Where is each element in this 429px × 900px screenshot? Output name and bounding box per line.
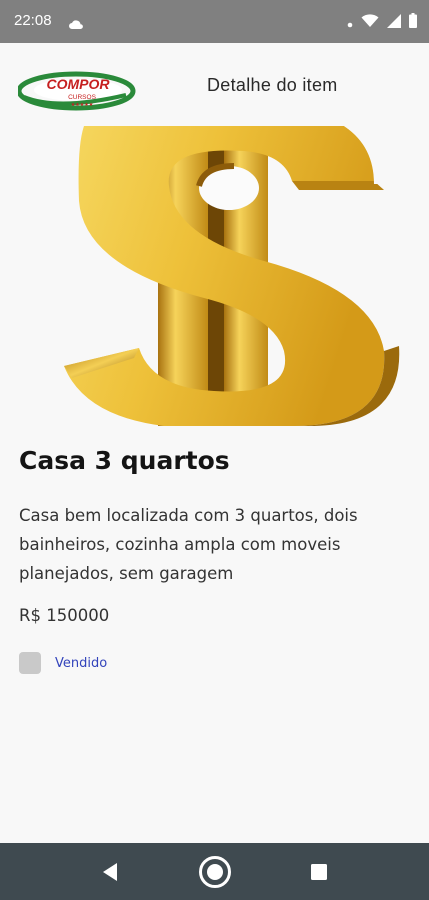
app-header: COMPOR CURSOS ★★★★★ Detalhe do item <box>0 43 429 128</box>
logo-text: COMPOR <box>47 76 111 92</box>
home-icon[interactable] <box>185 843 245 900</box>
sold-checkbox[interactable] <box>19 652 41 674</box>
svg-text:★★★★★: ★★★★★ <box>71 102 94 108</box>
back-icon[interactable] <box>80 843 140 900</box>
dot-icon <box>347 13 353 32</box>
item-title: Casa 3 quartos <box>19 446 230 475</box>
sold-label: Vendido <box>55 655 108 671</box>
navigation-bar <box>0 843 429 900</box>
logo-subtext: CURSOS <box>68 94 96 101</box>
recents-icon[interactable] <box>289 843 349 900</box>
item-image <box>44 126 404 426</box>
compor-cursos-logo: COMPOR CURSOS ★★★★★ <box>16 71 140 113</box>
item-price: R$ 150000 <box>19 606 110 625</box>
cloud-icon <box>68 15 84 34</box>
status-bar: 22:08 <box>0 0 429 43</box>
signal-icon <box>387 13 401 32</box>
sold-row[interactable]: Vendido <box>19 652 107 674</box>
item-description: Casa bem localizada com 3 quartos, dois … <box>19 506 358 583</box>
battery-icon <box>409 13 417 32</box>
wifi-icon <box>361 13 379 32</box>
status-time: 22:08 <box>14 12 52 29</box>
page-title: Detalhe do item <box>207 75 338 95</box>
